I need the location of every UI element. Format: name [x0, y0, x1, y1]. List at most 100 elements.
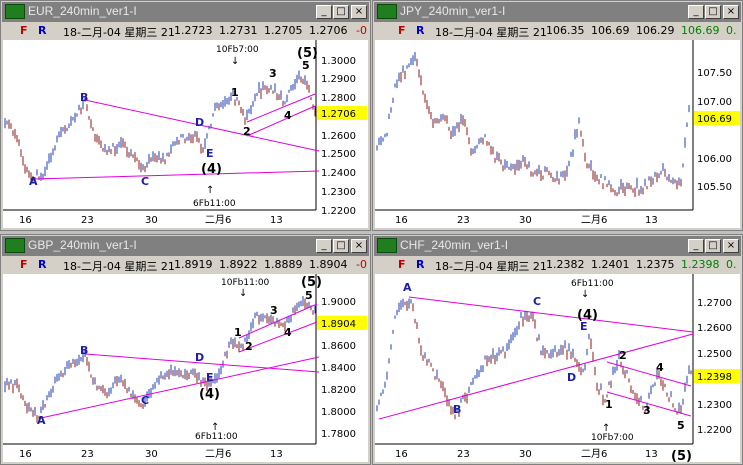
y-tick: 1.2800 [321, 93, 356, 104]
f-flag[interactable]: F [398, 24, 406, 37]
price-chart[interactable]: 107.50 107.00 106.00 105.50 106.69 16 23… [375, 40, 740, 228]
quote-low: 1.2375 [636, 258, 675, 271]
x-tick: 16 [395, 449, 408, 460]
x-tick: 23 [81, 449, 94, 460]
quote-high: 1.8922 [219, 258, 258, 271]
trendline-lower [40, 356, 320, 419]
title-bar[interactable]: EUR_240min_ver1-I _ □ × [2, 2, 369, 22]
x-axis-ticks: 16 23 30 二月6 13 [19, 214, 283, 226]
price-chart[interactable]: 1.2700 1.2600 1.2500 1.2300 1.2200 1.239… [375, 274, 740, 462]
y-axis-ticks: 1.2700 1.2600 1.2500 1.2300 1.2200 [697, 298, 732, 436]
wave-label-c: C [141, 175, 149, 188]
y-tick: 1.8600 [321, 341, 356, 352]
quote-high: 1.2401 [591, 258, 630, 271]
r-flag[interactable]: R [38, 258, 46, 271]
quote-change: 0. [726, 258, 737, 271]
r-flag[interactable]: R [38, 24, 46, 37]
quote-change: 0. [726, 24, 737, 37]
wave-label-5: 5 [302, 59, 310, 72]
y-tick: 1.2500 [697, 349, 732, 360]
y-tick: 1.2600 [321, 131, 356, 142]
quote-close: 1.8904 [309, 258, 348, 271]
current-price-label: 1.2398 [697, 372, 732, 383]
window-title: JPY_240min_ver1-I [400, 4, 506, 18]
maximize-button[interactable]: □ [333, 5, 349, 19]
quote-open: 106.35 [546, 24, 585, 37]
quote-open: 1.8919 [174, 258, 213, 271]
quote-date: 18-二月-04 星期三 21 [435, 26, 547, 39]
wave-labels: A B C D E (4) (5) 1 2 3 4 5 [37, 275, 322, 427]
minimize-button[interactable]: _ [316, 239, 332, 253]
price-bars [376, 52, 690, 198]
arrow-up-icon: ↑ [206, 185, 214, 196]
window-eur[interactable]: EUR_240min_ver1-I _ □ × F R 18-二月-04 星期三… [0, 0, 371, 231]
x-tick: 13 [645, 215, 658, 226]
window-chf[interactable]: CHF_240min_ver1-I _ □ × F R 18-二月-04 星期三… [372, 234, 743, 465]
x-tick: 13 [270, 449, 283, 460]
quote-change: -0 [356, 258, 367, 271]
window-jpy[interactable]: JPY_240min_ver1-I _ □ × F R 18-二月-04 星期三… [372, 0, 743, 231]
trendline-upper [408, 296, 694, 333]
x-tick: 23 [457, 215, 470, 226]
window-gbp[interactable]: GBP_240min_ver1-I _ □ × F R 18-二月-04 星期三… [0, 234, 371, 465]
minimize-button[interactable]: _ [688, 5, 704, 19]
annotation-top: 6Fb11:00 [571, 279, 614, 289]
y-tick: 105.50 [697, 182, 732, 193]
r-flag[interactable]: R [416, 258, 424, 271]
x-tick: 二月6 [205, 448, 231, 460]
x-tick: 16 [19, 449, 32, 460]
wave-label-2: 2 [243, 125, 251, 138]
close-button[interactable]: × [351, 239, 367, 253]
wave-label-4-major: (4) [577, 308, 598, 323]
annotation-top: 10Fb7:00 [216, 45, 259, 55]
y-tick: 106.00 [697, 154, 732, 165]
price-chart[interactable]: 1.9000 1.8600 1.8400 1.8200 1.8000 1.780… [3, 274, 368, 462]
maximize-button[interactable]: □ [705, 5, 721, 19]
f-flag[interactable]: F [398, 258, 406, 271]
wave-label-4: 4 [284, 326, 292, 339]
maximize-button[interactable]: □ [333, 239, 349, 253]
wave-label-3: 3 [269, 67, 277, 80]
close-button[interactable]: × [723, 239, 739, 253]
quote-bar: F R 18-二月-04 星期三 21 1.2723 1.2731 1.2705… [2, 23, 369, 39]
x-tick: 23 [457, 449, 470, 460]
quote-high: 106.69 [591, 24, 630, 37]
quote-high: 1.2731 [219, 24, 258, 37]
wave-label-3: 3 [643, 404, 651, 417]
chart-app-icon [5, 238, 25, 253]
quote-date: 18-二月-04 星期三 21 [63, 26, 175, 39]
wave-label-4: 4 [656, 361, 664, 374]
title-bar[interactable]: GBP_240min_ver1-I _ □ × [2, 236, 369, 256]
wave-label-3: 3 [270, 304, 278, 317]
quote-low: 106.29 [636, 24, 675, 37]
r-flag[interactable]: R [416, 24, 424, 37]
chart-canvas: 107.50 107.00 106.00 105.50 106.69 16 23… [375, 40, 740, 226]
wave-label-b: B [453, 403, 461, 416]
x-tick: 23 [81, 215, 94, 226]
close-button[interactable]: × [351, 5, 367, 19]
wave-label-2: 2 [245, 340, 253, 353]
current-price-label: 1.2706 [321, 109, 356, 120]
f-flag[interactable]: F [20, 258, 28, 271]
maximize-button[interactable]: □ [705, 239, 721, 253]
close-button[interactable]: × [723, 5, 739, 19]
quote-open: 1.2382 [546, 258, 585, 271]
title-bar[interactable]: CHF_240min_ver1-I _ □ × [374, 236, 741, 256]
trendline-lower [32, 170, 320, 180]
title-bar[interactable]: JPY_240min_ver1-I _ □ × [374, 2, 741, 22]
price-chart[interactable]: 1.3000 1.2900 1.2800 1.2600 1.2500 1.240… [3, 40, 368, 228]
y-axis-ticks: 1.3000 1.2900 1.2800 1.2600 1.2500 1.240… [321, 56, 356, 217]
y-tick: 1.3000 [321, 56, 356, 67]
chart-app-icon [377, 238, 397, 253]
wave-label-e: E [206, 371, 214, 384]
wave-label-c: C [141, 394, 149, 407]
x-tick: 二月6 [581, 448, 607, 460]
annotation-bottom: 6Fb11:00 [193, 199, 236, 209]
f-flag[interactable]: F [20, 24, 28, 37]
channel-bottom [246, 105, 316, 137]
minimize-button[interactable]: _ [688, 239, 704, 253]
y-tick: 1.2600 [697, 323, 732, 334]
minimize-button[interactable]: _ [316, 5, 332, 19]
quote-close: 106.69 [681, 24, 720, 37]
y-tick: 1.2200 [697, 425, 732, 436]
